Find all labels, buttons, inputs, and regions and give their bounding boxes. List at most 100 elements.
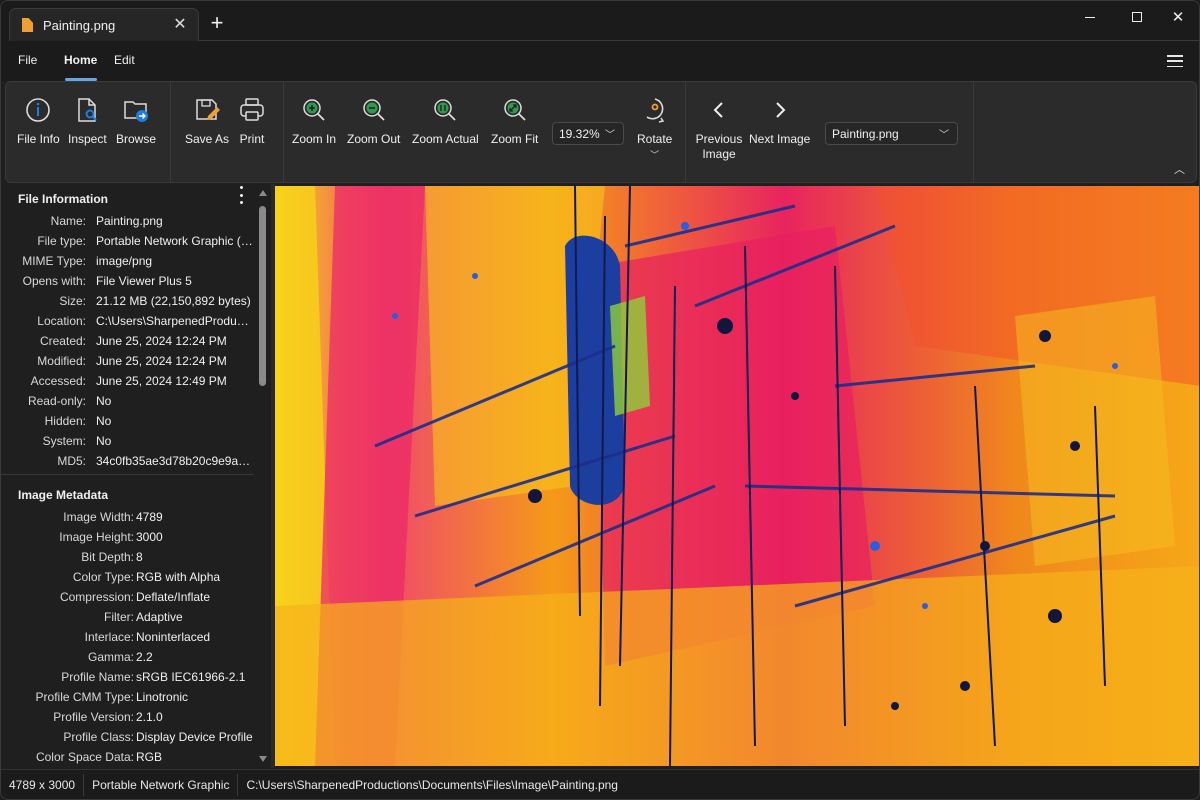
hamburger-menu-button[interactable] <box>1167 55 1183 67</box>
info-key: Profile Name: <box>61 670 134 684</box>
rotate-icon <box>646 98 664 123</box>
menu-file[interactable]: File <box>18 53 37 67</box>
info-key: Accessed: <box>30 374 86 388</box>
info-row: Modified: June 25, 2024 12:24 PM <box>1 351 256 371</box>
info-key: Filter: <box>104 610 134 624</box>
info-row: System: No <box>1 431 256 451</box>
close-tab-icon[interactable]: ✕ <box>172 17 188 33</box>
info-value: No <box>96 434 112 448</box>
ribbon-separator <box>685 82 686 182</box>
file-type-label: Portable Network Graphic <box>84 774 239 796</box>
menu-home[interactable]: Home <box>64 53 97 67</box>
more-options-icon[interactable] <box>238 186 244 204</box>
document-tab[interactable]: Painting.png ✕ <box>9 8 199 41</box>
zoom-fit-icon <box>503 99 526 121</box>
info-value: image/png <box>96 254 153 268</box>
info-key: Location: <box>37 314 86 328</box>
save-as-button[interactable]: Save As <box>185 96 229 147</box>
info-row: MD5: 34c0fb35ae3d78b20c9e9a1c... <box>1 451 256 471</box>
file-information-heading: File Information <box>18 192 108 206</box>
ribbon-toolbar: File Info Inspect Browse Save As Print Z… <box>5 81 1197 183</box>
info-value: Deflate/Inflate <box>136 590 211 604</box>
inspect-button[interactable]: Inspect <box>68 96 107 147</box>
info-key: Image Width: <box>63 510 134 524</box>
info-value: 3000 <box>136 530 163 544</box>
rotate-button[interactable]: Rotate ﹀ <box>637 96 672 161</box>
info-row: Color Type: RGB with Alpha <box>1 567 256 587</box>
tab-title: Painting.png <box>43 17 116 33</box>
info-key: Profile Class: <box>63 730 134 744</box>
info-value: 21.12 MB (22,150,892 bytes) <box>96 294 251 308</box>
info-key: Size: <box>59 294 86 308</box>
info-row: File type: Portable Network Graphic (.... <box>1 231 256 251</box>
collapse-ribbon-icon[interactable]: ︿ <box>1174 161 1185 177</box>
zoom-actual-button[interactable]: Zoom Actual <box>412 96 479 147</box>
ribbon-separator <box>973 82 974 182</box>
info-row: Filter: Adaptive <box>1 607 256 627</box>
info-value: No <box>96 394 112 408</box>
scroll-up-icon[interactable] <box>259 190 267 196</box>
image-dimensions: 4789 x 3000 <box>1 774 85 796</box>
minimize-button[interactable] <box>1067 1 1113 33</box>
info-key: Read-only: <box>27 394 86 408</box>
zoom-fit-button[interactable]: Zoom Fit <box>491 96 538 147</box>
info-row: Image Width: 4789 <box>1 507 256 527</box>
info-row: Hidden: No <box>1 411 256 431</box>
maximize-button[interactable] <box>1114 1 1160 33</box>
zoom-in-icon <box>303 99 325 121</box>
info-key: MD5: <box>57 454 86 468</box>
info-row: MIME Type: image/png <box>1 251 256 271</box>
info-key: Color Type: <box>72 570 134 584</box>
zoom-in-button[interactable]: Zoom In <box>292 96 336 147</box>
info-value: June 25, 2024 12:49 PM <box>96 374 227 388</box>
info-row: Opens with: File Viewer Plus 5 <box>1 271 256 291</box>
info-value: June 25, 2024 12:24 PM <box>96 354 227 368</box>
menu-bar: File Home Edit <box>1 41 1199 81</box>
info-value: Adaptive <box>136 610 183 624</box>
info-side-panel: File Information Name: Painting.png File t… <box>1 184 271 768</box>
printer-icon <box>240 98 264 121</box>
info-row: Name: Painting.png <box>1 211 256 231</box>
info-key: Color Space Data: <box>35 750 134 764</box>
chevron-down-icon: ﹀ <box>939 130 949 141</box>
zoom-level-dropdown[interactable]: 19.32% ﹀ <box>552 122 624 145</box>
browse-button[interactable]: Browse <box>116 96 156 147</box>
info-row: Compression: Deflate/Inflate <box>1 587 256 607</box>
info-key: System: <box>42 434 86 448</box>
scroll-down-icon[interactable] <box>259 756 267 762</box>
info-key: Profile Version: <box>53 710 134 724</box>
info-row: Size: 21.12 MB (22,150,892 bytes) <box>1 291 256 311</box>
info-key: Gamma: <box>87 650 134 664</box>
info-value: 2.1.0 <box>136 710 163 724</box>
image-file-dropdown[interactable]: Painting.png ﹀ <box>825 122 958 145</box>
info-value: C:\Users\SharpenedProduct... <box>96 314 254 328</box>
new-tab-button[interactable]: + <box>206 10 228 35</box>
info-value: Painting.png <box>96 214 163 228</box>
plus-icon: + <box>210 10 224 35</box>
print-button[interactable]: Print <box>238 96 266 147</box>
info-key: Opens with: <box>22 274 86 288</box>
image-viewer[interactable] <box>275 186 1199 766</box>
info-row: Accessed: June 25, 2024 12:49 PM <box>1 371 256 391</box>
info-row: Image Height: 3000 <box>1 527 256 547</box>
close-icon: ✕ <box>1171 9 1185 26</box>
info-key: Modified: <box>37 354 86 368</box>
image-metadata-heading: Image Metadata <box>18 488 109 502</box>
save-as-icon <box>196 99 221 120</box>
info-row: Gamma: 2.2 <box>1 647 256 667</box>
info-value: RGB <box>136 750 163 764</box>
next-image-button[interactable]: Next Image <box>749 96 810 147</box>
file-info-button[interactable]: File Info <box>17 96 60 147</box>
file-path: C:\Users\SharpenedProductions\Documents\… <box>246 778 618 792</box>
info-row: Profile Class: Display Device Profile <box>1 727 256 747</box>
previous-image-button[interactable]: Previous Image <box>694 96 744 162</box>
scrollbar-thumb[interactable] <box>259 206 266 386</box>
side-panel-scrollbar[interactable] <box>257 184 269 768</box>
close-window-button[interactable]: ✕ <box>1155 1 1199 33</box>
section-divider <box>1 474 253 475</box>
file-icon <box>22 18 33 32</box>
zoom-out-button[interactable]: Zoom Out <box>347 96 400 147</box>
title-bar: Painting.png ✕ + ✕ <box>1 1 1199 41</box>
menu-edit[interactable]: Edit <box>114 53 135 67</box>
ribbon-separator <box>170 82 171 182</box>
